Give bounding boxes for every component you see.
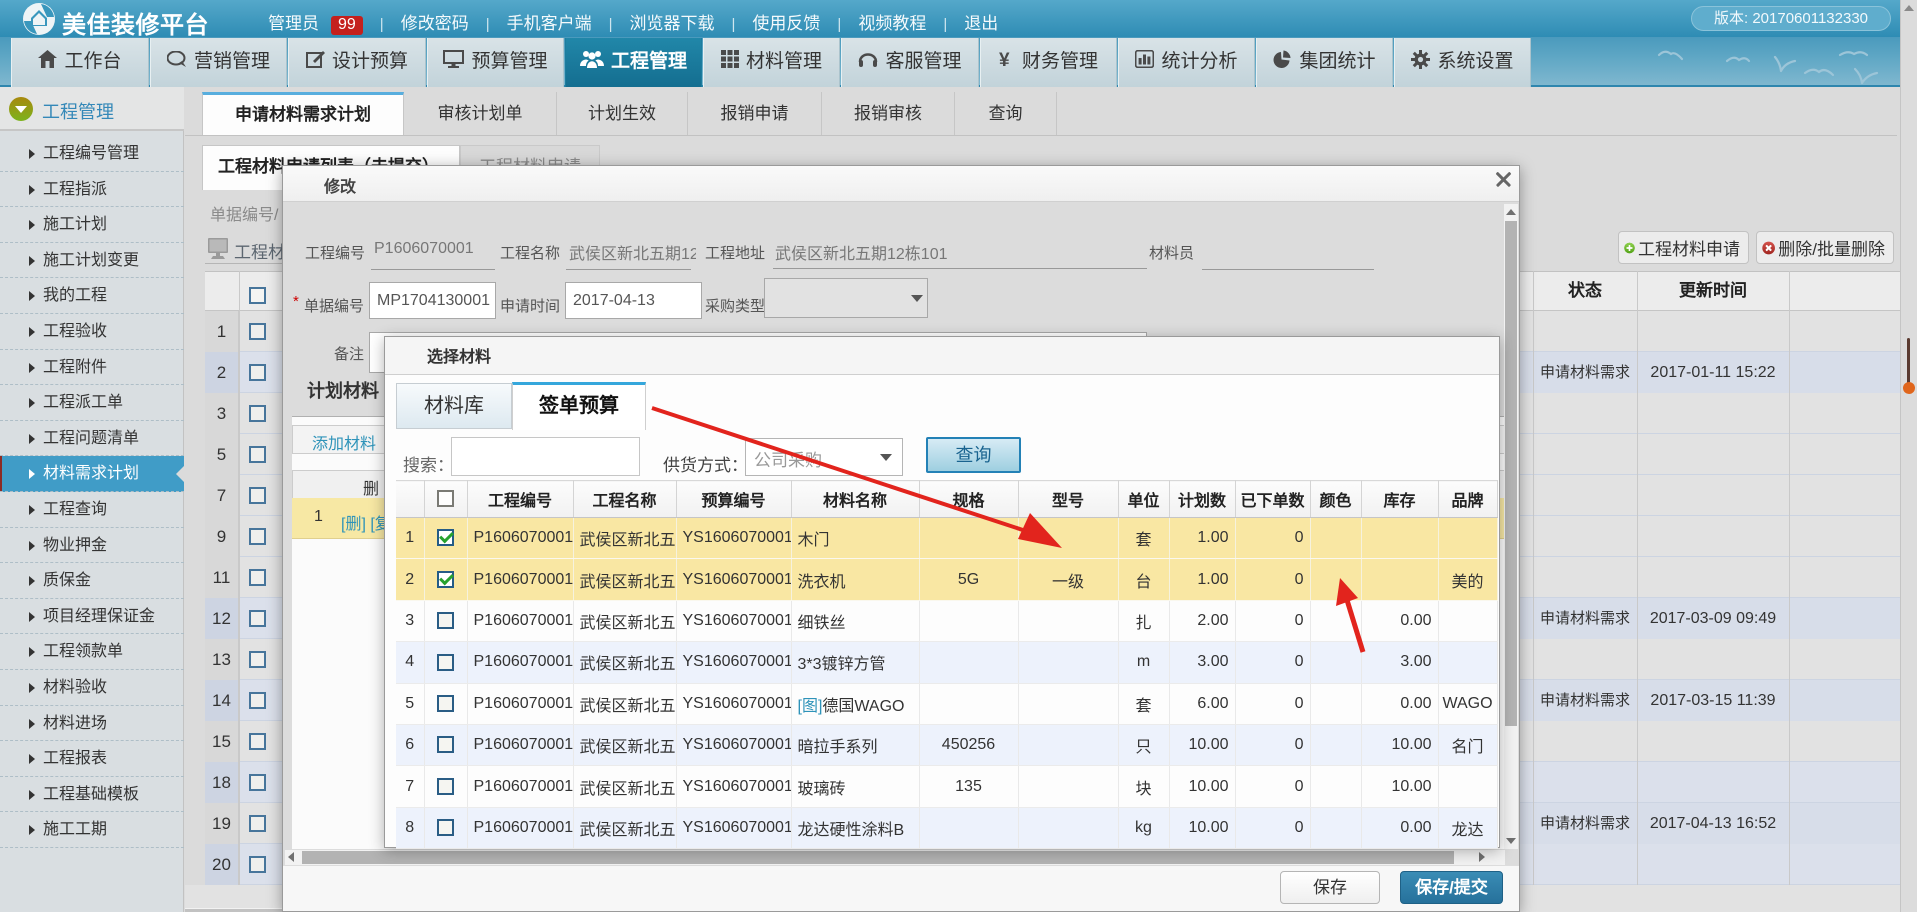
svg-text:¥: ¥ (999, 50, 1010, 68)
